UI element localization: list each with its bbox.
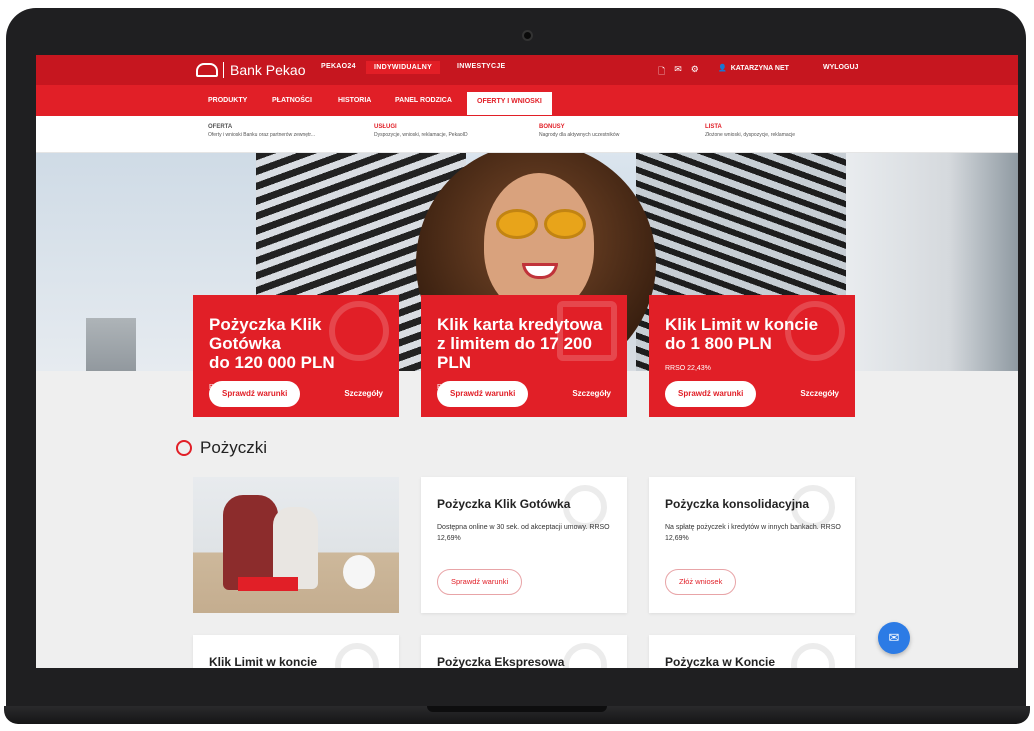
tab-pekao24[interactable]: PEKAO24 (321, 63, 356, 70)
bison-logo-icon (196, 63, 218, 77)
subnav-bonusy-desc: Nagrody dla aktywnych uczestników (539, 132, 620, 138)
subnav-oferta[interactable]: OFERTA Oferty i wnioski Banku oraz partn… (208, 124, 315, 138)
chat-icon[interactable]: ✉ (878, 622, 910, 654)
card-icon (557, 301, 617, 361)
mail-icon[interactable]: ✉ (674, 64, 682, 80)
main-nav: PRODUKTY PŁATNOŚCI HISTORIA PANEL RODZIC… (36, 85, 1018, 116)
top-icons: 🗋 ✉ ⚙ (658, 64, 699, 80)
card-title: Pożyczka w Koncie (665, 655, 776, 668)
hero-woman-face (484, 173, 594, 313)
subnav-uslugi[interactable]: USŁUGI Dyspozycje, wnioski, reklamacje, … (374, 124, 468, 138)
hero-building (86, 318, 136, 371)
check-terms-button[interactable]: Sprawdź warunki (437, 569, 523, 595)
document-icon[interactable]: 🗋 (658, 64, 665, 80)
user-menu[interactable]: 👤 KATARZYNA NET (718, 64, 789, 73)
bank-logo[interactable]: Bank Pekao (196, 61, 306, 79)
nav-platnosci[interactable]: PŁATNOŚCI (272, 97, 312, 104)
subnav-lista[interactable]: LISTA Złożone wnioski, dyspozycje, rekla… (705, 124, 795, 138)
product-card[interactable]: Klik Limit w koncie (193, 635, 399, 668)
card-title: Pożyczka Klik Gotówka (437, 497, 571, 511)
subnav-uslugi-title: USŁUGI (374, 124, 397, 130)
nav-produkty[interactable]: PRODUKTY (208, 97, 247, 104)
details-link[interactable]: Szczegóły (344, 389, 383, 398)
subnav-oferta-desc: Oferty i wnioski Banku oraz partnerów ze… (208, 132, 315, 138)
apply-button[interactable]: Złóż wniosek (665, 569, 737, 595)
details-link[interactable]: Szczegóły (800, 389, 839, 398)
hand-coin-icon (785, 301, 845, 361)
check-terms-button[interactable]: Sprawdź warunki (437, 381, 529, 407)
promo-rrso: RRSO 22,43% (665, 365, 711, 372)
nav-oferty-i-wnioski[interactable]: OFERTY I WNIOSKI (467, 92, 552, 115)
webcam (522, 30, 533, 41)
couple-photo (193, 477, 399, 613)
subnav-uslugi-desc: Dyspozycje, wnioski, reklamacje, PekaoID (374, 132, 468, 138)
subnav-bonusy-title: BONUSY (539, 124, 565, 130)
subnav-bonusy[interactable]: BONUSY Nagrody dla aktywnych uczestników (539, 124, 619, 138)
base-notch (427, 706, 607, 712)
hand-coin-icon (329, 301, 389, 361)
hand-coin-icon (563, 643, 607, 668)
tab-indywidualny[interactable]: INDYWIDUALNY (366, 61, 441, 74)
nav-historia[interactable]: HISTORIA (338, 97, 371, 104)
nav-panel-rodzica[interactable]: PANEL RODZICA (395, 97, 452, 104)
promo-card[interactable]: Klik Limit w koncie do 1 800 PLN RRSO 22… (649, 295, 855, 417)
hand-coin-icon (335, 643, 379, 668)
check-terms-button[interactable]: Sprawdź warunki (665, 381, 757, 407)
photo-man (223, 495, 278, 590)
logout-link[interactable]: WYLOGUJ (823, 64, 858, 71)
promo-card[interactable]: Klik karta kredytowa z limitem do 17 200… (421, 295, 627, 417)
hero-sunglasses (496, 209, 586, 239)
top-bar: Bank Pekao PEKAO24 INDYWIDUALNY INWESTYC… (36, 55, 1018, 85)
card-title: Pożyczka konsolidacyjna (665, 497, 810, 511)
hand-coin-icon (791, 643, 835, 668)
sub-nav: OFERTA Oferty i wnioski Banku oraz partn… (36, 116, 1018, 153)
laptop-base (4, 706, 1030, 724)
user-name: KATARZYNA NET (730, 64, 789, 72)
subnav-lista-title: LISTA (705, 124, 722, 130)
section-heading: Pożyczki (176, 438, 267, 458)
photo-paint-tray (238, 577, 298, 591)
product-card[interactable]: Pożyczka Ekspresowa (421, 635, 627, 668)
hero-pillar (846, 153, 1018, 371)
subnav-lista-desc: Złożone wnioski, dyspozycje, reklamacje (705, 132, 796, 138)
screen: Bank Pekao PEKAO24 INDYWIDUALNY INWESTYC… (36, 55, 1018, 668)
product-card[interactable]: Pożyczka Klik Gotówka Dostępna online w … (421, 477, 627, 613)
logo-separator (223, 62, 224, 78)
product-card[interactable]: Pożyczka w Koncie (649, 635, 855, 668)
loan-hand-icon (176, 440, 192, 456)
section-title: Pożyczki (200, 438, 268, 457)
details-link[interactable]: Szczegóły (572, 389, 611, 398)
photo-dog (343, 555, 375, 589)
product-card[interactable]: Pożyczka konsolidacyjna Na spłatę pożycz… (649, 477, 855, 613)
card-desc: Na spłatę pożyczek i kredytów w innych b… (665, 524, 841, 542)
promo-card[interactable]: Pożyczka Klik Gotówka do 120 000 PLN RRS… (193, 295, 399, 417)
settings-icon[interactable]: ⚙ (691, 64, 699, 80)
check-terms-button[interactable]: Sprawdź warunki (209, 381, 301, 407)
brand-name: Bank Pekao (230, 62, 306, 78)
user-icon: 👤 (718, 65, 727, 72)
subnav-oferta-title: OFERTA (208, 124, 233, 130)
card-title: Pożyczka Ekspresowa (437, 655, 565, 668)
card-desc: Dostępna online w 30 sek. od akceptacji … (437, 524, 610, 542)
card-title: Klik Limit w koncie (209, 655, 318, 668)
tab-inwestycje[interactable]: INWESTYCJE (457, 63, 506, 70)
